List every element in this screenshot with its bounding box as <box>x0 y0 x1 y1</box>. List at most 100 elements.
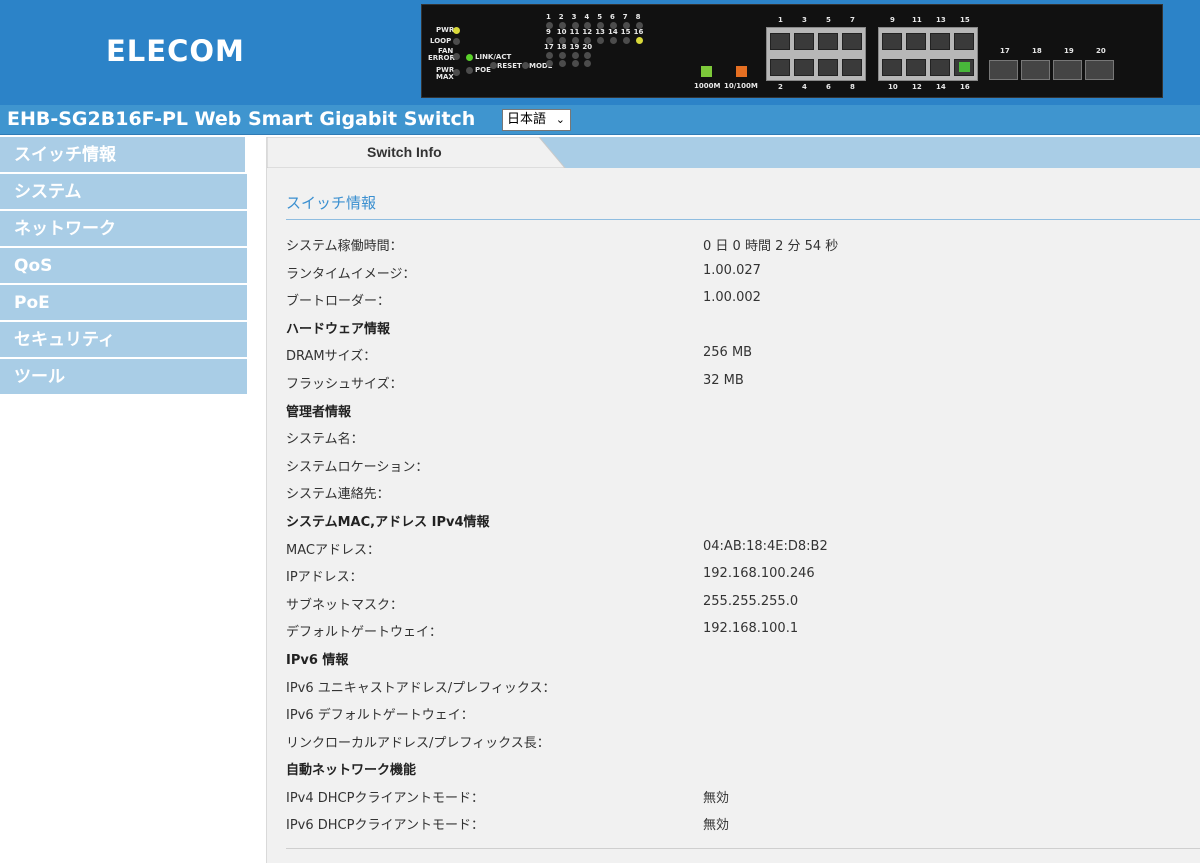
header-banner: ELECOM PWR LOOP FAN ERROR PWR MAX LINK/A… <box>0 0 1200 105</box>
led-number: 7 <box>622 13 628 21</box>
sidebar-item-security[interactable]: セキュリティ <box>0 322 247 359</box>
sidebar: スイッチ情報 システム ネットワーク QoS PoE セキュリティ ツール <box>0 137 248 396</box>
info-value: 255.255.255.0 <box>703 593 799 609</box>
elecom-logo: ELECOM <box>106 34 245 68</box>
port-number-label: 6 <box>826 83 831 91</box>
port-number-label: 16 <box>960 83 970 91</box>
ethernet-port <box>770 59 790 76</box>
info-label: DRAMサイズ： <box>286 349 377 365</box>
section-divider <box>286 219 1200 220</box>
info-value: 無効 <box>703 790 730 806</box>
led-poe-legend <box>466 67 473 74</box>
sidebar-item-poe[interactable]: PoE <box>0 285 247 322</box>
ethernet-port <box>818 33 838 50</box>
section-title: スイッチ情報 <box>286 194 377 212</box>
info-row: システム連絡先： <box>286 479 1186 507</box>
sfp-port <box>989 60 1018 80</box>
main-content: Switch Info スイッチ情報 システム稼働時間： 0 日 0 時間 2 分… <box>267 137 1200 863</box>
sfp-port <box>1053 60 1082 80</box>
bottom-divider <box>286 848 1200 849</box>
tab-bar: Switch Info <box>267 137 1200 168</box>
panel-label-reset: RESET <box>497 62 522 70</box>
port-number-label: 1 <box>778 16 783 24</box>
tab-switch-info[interactable]: Switch Info <box>267 137 566 168</box>
port-led <box>546 52 553 59</box>
info-row: サブネットマスク： 255.255.255.0 <box>286 590 1186 618</box>
section-heading-label: システムMAC,アドレス IPv4情報 <box>286 514 490 530</box>
info-row: IPv6 デフォルトゲートウェイ： <box>286 700 1186 728</box>
led-fan-error <box>453 53 460 60</box>
led-number: 11 <box>569 28 580 36</box>
port-number-label: 3 <box>802 16 807 24</box>
info-section-heading: 管理者情報 <box>286 397 1186 425</box>
port-group-1-8 <box>766 27 866 81</box>
sidebar-item-tools[interactable]: ツール <box>0 359 247 396</box>
section-heading-label: IPv6 情報 <box>286 652 349 668</box>
ethernet-port <box>794 59 814 76</box>
port-number-label: 19 <box>1064 47 1074 55</box>
info-value: 32 MB <box>703 372 744 388</box>
sidebar-item-switch-info[interactable]: スイッチ情報 <box>0 137 247 174</box>
panel-label-error: ERROR <box>428 54 455 62</box>
port-number-label: 13 <box>936 16 946 24</box>
led-number: 4 <box>584 13 590 21</box>
led-number: 16 <box>633 28 644 36</box>
port-led <box>597 37 605 44</box>
ethernet-port <box>930 33 950 50</box>
info-section-heading: ハードウェア情報 <box>286 314 1186 342</box>
ethernet-port <box>818 59 838 76</box>
info-label: IPアドレス： <box>286 570 363 586</box>
info-label: MACアドレス： <box>286 542 380 558</box>
info-row: IPアドレス： 192.168.100.246 <box>286 562 1186 590</box>
info-row: DRAMサイズ： 256 MB <box>286 341 1186 369</box>
sidebar-item-system[interactable]: システム <box>0 174 247 211</box>
panel-label-pwr: PWR <box>436 26 455 34</box>
device-front-panel: PWR LOOP FAN ERROR PWR MAX LINK/ACT POE … <box>421 4 1163 98</box>
ethernet-port <box>842 33 862 50</box>
info-row: システムロケーション： <box>286 452 1186 480</box>
sidebar-item-network[interactable]: ネットワーク <box>0 211 247 248</box>
port-number-label: 8 <box>850 83 855 91</box>
info-row: ブートローダー： 1.00.002 <box>286 286 1186 314</box>
port-number-label: 20 <box>1096 47 1106 55</box>
port-led <box>558 60 566 67</box>
port-group-9-16 <box>878 27 978 81</box>
speed-10-100-label: 10/100M <box>724 82 758 90</box>
info-label: IPv6 DHCPクライアントモード： <box>286 818 484 834</box>
speed-1000-label: 1000M <box>694 82 721 90</box>
info-value: 192.168.100.1 <box>703 621 799 637</box>
info-row: IPv6 ユニキャストアドレス/プレフィックス： <box>286 673 1186 701</box>
led-number: 8 <box>635 13 641 21</box>
language-select[interactable]: 日本語 ⌄ <box>502 109 571 131</box>
info-label: システム連絡先： <box>286 487 390 503</box>
info-label: システム名： <box>286 432 364 448</box>
led-number: 6 <box>610 13 615 21</box>
info-label: IPv6 デフォルトゲートウェイ： <box>286 708 474 724</box>
port-number-label: 9 <box>890 16 895 24</box>
sidebar-item-qos[interactable]: QoS <box>0 248 247 285</box>
port-led <box>584 60 592 67</box>
port-number-label: 11 <box>912 16 922 24</box>
page-title: EHB-SG2B16F-PL Web Smart Gigabit Switch <box>7 108 476 130</box>
language-select-value: 日本語 <box>507 112 547 127</box>
port-number-label: 7 <box>850 16 855 24</box>
speed-10-100-indicator <box>736 66 747 77</box>
led-number: 18 <box>556 43 567 51</box>
ethernet-port <box>882 33 902 50</box>
led-number: 20 <box>582 43 593 51</box>
led-number: 15 <box>620 28 631 36</box>
port-number-label: 5 <box>826 16 831 24</box>
info-label: サブネットマスク： <box>286 597 404 613</box>
info-row: IPv6 DHCPクライアントモード： 無効 <box>286 810 1186 838</box>
info-label: IPv6 ユニキャストアドレス/プレフィックス： <box>286 680 556 696</box>
led-number: 19 <box>569 43 580 51</box>
port-led <box>622 37 630 44</box>
port-number-label: 14 <box>936 83 946 91</box>
port-number-label: 15 <box>960 16 970 24</box>
port-number-label: 2 <box>778 83 783 91</box>
info-label: フラッシュサイズ： <box>286 376 403 392</box>
info-value: 192.168.100.246 <box>703 566 815 582</box>
info-section-heading: 自動ネットワーク機能 <box>286 755 1186 783</box>
section-heading-label: 管理者情報 <box>286 404 352 420</box>
led-number: 5 <box>597 13 603 21</box>
